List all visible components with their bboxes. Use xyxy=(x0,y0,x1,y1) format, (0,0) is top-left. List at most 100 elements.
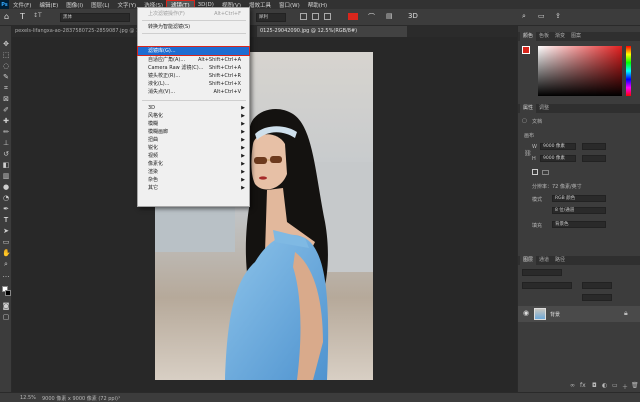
zoom-level[interactable]: 12.5% xyxy=(20,395,36,401)
blend-mode-select[interactable] xyxy=(522,282,572,289)
menu-help[interactable]: 帮助(H) xyxy=(304,1,331,9)
menu-item-camera-raw[interactable]: Camera Raw 滤镜(C)... Shift+Ctrl+A xyxy=(138,64,249,72)
link-layers-icon[interactable]: ∞ xyxy=(570,382,575,389)
menu-item-blur-gallery[interactable]: 模糊画廊 ▶ xyxy=(138,128,249,136)
menu-item-filter-gallery[interactable]: 滤镜库(G)... xyxy=(137,46,250,56)
fill-select[interactable]: 背景色 xyxy=(552,221,606,228)
opacity-field[interactable] xyxy=(582,282,612,289)
align-right-icon[interactable] xyxy=(324,13,331,20)
eyedropper-tool-icon[interactable]: ✐ xyxy=(2,106,10,114)
tab-document-2[interactable]: 0125-29042090.jpg @ 12.5%(RGB/8#) xyxy=(257,26,407,37)
menu-window[interactable]: 窗口(W) xyxy=(275,1,304,9)
brush-tool-icon[interactable]: ✏ xyxy=(2,128,10,136)
menu-item-pixelate[interactable]: 像素化 ▶ xyxy=(138,160,249,168)
gradient-tool-icon[interactable]: ▥ xyxy=(2,172,10,180)
adjustment-layer-icon[interactable]: ◐ xyxy=(602,382,607,389)
quick-select-tool-icon[interactable]: ✎ xyxy=(2,73,10,81)
orientation-toggle-icon[interactable]: ↕T xyxy=(33,12,42,19)
tab-paths[interactable]: 路径 xyxy=(552,256,568,265)
history-brush-icon[interactable]: ↺ xyxy=(2,150,10,158)
menu-item-noise[interactable]: 杂色 ▶ xyxy=(138,176,249,184)
align-center-icon[interactable] xyxy=(312,13,319,20)
y-field[interactable] xyxy=(582,155,606,162)
menu-item-other[interactable]: 其它 ▶ xyxy=(138,184,249,192)
portrait-orientation-icon[interactable] xyxy=(532,169,538,175)
align-left-icon[interactable] xyxy=(300,13,307,20)
type-tool-icon[interactable]: T xyxy=(2,216,10,224)
fill-opacity-field[interactable] xyxy=(582,294,612,301)
3d-icon[interactable]: 3D xyxy=(408,12,418,20)
x-field[interactable] xyxy=(582,143,606,150)
menu-item-render[interactable]: 渲染 ▶ xyxy=(138,168,249,176)
link-icon[interactable]: ⛓ xyxy=(524,150,532,157)
pen-tool-icon[interactable]: ✒ xyxy=(2,205,10,213)
menu-layer[interactable]: 图层(L) xyxy=(87,1,113,9)
tab-document-1[interactable]: pexels-lifangxa-ao-2837580725-2859087.jp… xyxy=(12,26,142,37)
mask-icon[interactable]: ◘ xyxy=(592,382,597,389)
lasso-tool-icon[interactable]: ◌ xyxy=(2,62,10,70)
menu-item-liquify[interactable]: 液化(L)... Shift+Ctrl+X xyxy=(138,80,249,88)
menu-item-sharpen[interactable]: 锐化 ▶ xyxy=(138,144,249,152)
width-field[interactable]: 9000 像素 xyxy=(540,143,576,150)
tab-layers[interactable]: 图层 xyxy=(520,256,537,265)
menu-item-3d[interactable]: 3D ▶ xyxy=(138,104,249,112)
blur-tool-icon[interactable]: ● xyxy=(2,183,10,191)
height-field[interactable]: 9000 像素 xyxy=(540,155,576,162)
status-menu-arrow-icon[interactable]: › xyxy=(118,394,120,401)
menu-item-vanishing-point[interactable]: 消失点(V)... Alt+Ctrl+V xyxy=(138,88,249,96)
menu-item-adaptive-wide-angle[interactable]: 自适应广角(A)... Alt+Shift+Ctrl+A xyxy=(138,56,249,64)
tab-properties[interactable]: 属性 xyxy=(520,104,537,113)
tab-color[interactable]: 颜色 xyxy=(520,32,537,41)
character-panel-icon[interactable]: ▤ xyxy=(386,12,393,20)
rectangle-tool-icon[interactable]: ▭ xyxy=(2,238,10,246)
font-family-select[interactable]: 黑体 xyxy=(60,13,130,22)
group-icon[interactable]: ▭ xyxy=(612,382,618,389)
tab-gradients[interactable]: 渐变 xyxy=(552,32,568,41)
anti-alias-select[interactable]: 犀利 xyxy=(256,13,286,22)
healing-brush-icon[interactable]: ✚ xyxy=(2,117,10,125)
type-tool-icon[interactable]: T xyxy=(20,12,25,21)
share-icon[interactable]: ⇪ xyxy=(555,12,561,20)
warp-text-icon[interactable]: ⌒ xyxy=(368,12,375,22)
home-icon[interactable]: ⌂ xyxy=(4,12,9,21)
tab-swatches[interactable]: 色板 xyxy=(536,32,552,41)
menu-item-lens-correction[interactable]: 镜头校正(R)... Shift+Ctrl+R xyxy=(138,72,249,80)
path-select-icon[interactable]: ➤ xyxy=(2,227,10,235)
fx-icon[interactable]: fx xyxy=(580,382,586,389)
zoom-tool-icon[interactable]: ⌕ xyxy=(2,260,10,268)
workspace-icon[interactable]: ▭ xyxy=(538,12,545,20)
tab-adjustments[interactable]: 调整 xyxy=(536,104,552,113)
background-color-swatch[interactable] xyxy=(5,290,11,296)
quick-mask-icon[interactable]: ◙ xyxy=(2,302,10,310)
menu-item-video[interactable]: 视频 ▶ xyxy=(138,152,249,160)
menu-item-distort[interactable]: 扭曲 ▶ xyxy=(138,136,249,144)
mode-select[interactable]: RGB 颜色 xyxy=(552,195,606,202)
tab-channels[interactable]: 通道 xyxy=(536,256,552,265)
dodge-tool-icon[interactable]: ◔ xyxy=(2,194,10,202)
crop-tool-icon[interactable]: ⌗ xyxy=(2,84,10,92)
menu-item-blur[interactable]: 模糊 ▶ xyxy=(138,120,249,128)
move-tool-icon[interactable]: ✥ xyxy=(2,40,10,48)
visibility-eye-icon[interactable]: ◉ xyxy=(523,309,529,317)
trash-icon[interactable]: 🗑︎ xyxy=(631,382,639,389)
foreground-color-chip[interactable] xyxy=(522,46,530,54)
menu-image[interactable]: 图像(I) xyxy=(62,1,87,9)
eraser-tool-icon[interactable]: ◧ xyxy=(2,161,10,169)
menu-edit[interactable]: 编辑(E) xyxy=(35,1,62,9)
search-icon[interactable]: ⌕ xyxy=(522,12,526,21)
bit-depth-select[interactable]: 8 位/通道 xyxy=(552,207,606,214)
menu-item-stylize[interactable]: 风格化 ▶ xyxy=(138,112,249,120)
color-field[interactable] xyxy=(538,46,622,96)
menu-item-convert-smart-filter[interactable]: 转换为智能滤镜(S) xyxy=(138,23,249,31)
screen-mode-icon[interactable]: ▢ xyxy=(2,313,10,321)
menu-item-last-filter[interactable]: 上次滤镜操作(F) Alt+Ctrl+F xyxy=(138,10,249,18)
artboard-tool-icon[interactable]: ⬚ xyxy=(2,51,10,59)
menu-file[interactable]: 文件(F) xyxy=(9,1,35,9)
landscape-orientation-icon[interactable] xyxy=(542,170,549,175)
new-layer-icon[interactable]: ＋ xyxy=(622,382,628,391)
hue-slider[interactable] xyxy=(626,46,631,96)
more-tools-icon[interactable]: … xyxy=(2,271,10,279)
frame-tool-icon[interactable]: ⊠ xyxy=(2,95,10,103)
layer-row[interactable]: ◉ 背景 🔒︎ xyxy=(518,306,640,322)
layer-filter-select[interactable] xyxy=(522,269,562,276)
